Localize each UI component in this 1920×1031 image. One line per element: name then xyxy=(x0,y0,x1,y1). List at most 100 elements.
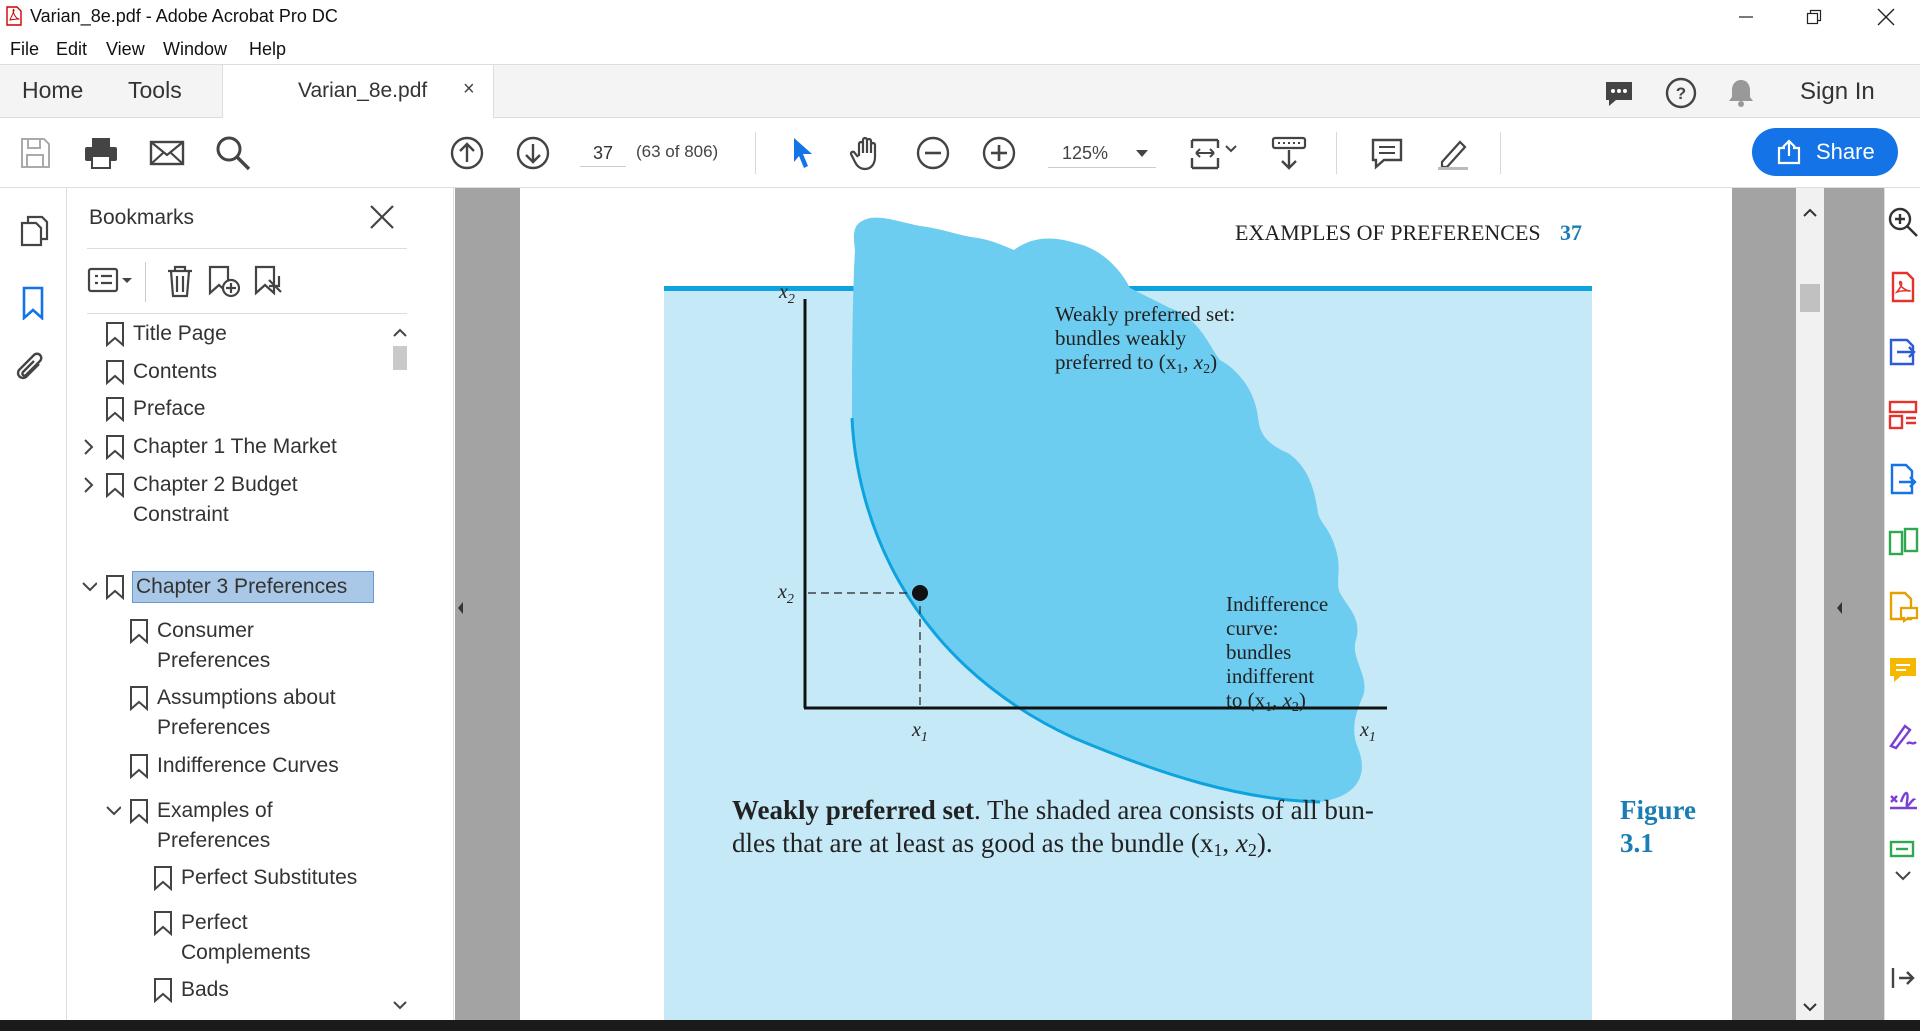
bookmark-label: Perfect xyxy=(181,911,248,934)
bookmark-icon xyxy=(106,322,124,347)
bookmark-label: Contents xyxy=(133,360,218,383)
notifications-bell-icon[interactable] xyxy=(1724,76,1758,110)
bookmark-icon xyxy=(106,360,124,385)
bookmark-icon xyxy=(130,799,148,824)
bookmark-label: Preface xyxy=(133,397,206,420)
hand-tool-icon[interactable] xyxy=(848,134,886,172)
bookmark-icon xyxy=(106,473,124,498)
bookmark-item[interactable]: Perfect Complements xyxy=(89,908,389,968)
bookmark-icon xyxy=(106,397,124,422)
menu-window[interactable]: Window xyxy=(163,39,227,60)
previous-page-icon[interactable] xyxy=(448,134,486,172)
delete-bookmark-trash-icon[interactable] xyxy=(165,264,195,298)
bookmarks-panel-icon[interactable] xyxy=(20,286,46,320)
bookmark-label: Chapter 3 Preferences xyxy=(132,571,374,603)
select-cursor-icon[interactable] xyxy=(784,134,822,172)
bookmark-item[interactable]: Examples of Preferences xyxy=(89,796,389,856)
share-file-icon[interactable] xyxy=(1887,462,1919,496)
bookmark-icon xyxy=(106,435,124,460)
bookmark-item[interactable]: Chapter 2 Budget Constraint xyxy=(84,470,389,530)
bookmark-item[interactable]: Perfect Substitutes xyxy=(89,863,389,893)
bookmark-label-continued: Preferences xyxy=(157,716,271,739)
comments-chat-icon[interactable] xyxy=(1602,76,1636,110)
print-icon[interactable] xyxy=(82,134,120,172)
compare-files-icon[interactable] xyxy=(1887,526,1919,560)
more-tools-icon[interactable] xyxy=(1887,838,1919,866)
search-tools-icon[interactable] xyxy=(1887,206,1919,238)
menu-edit[interactable]: Edit xyxy=(56,39,87,60)
page-number-input[interactable]: 37 xyxy=(580,139,626,167)
search-icon[interactable] xyxy=(214,134,252,172)
tab-tools[interactable]: Tools xyxy=(128,77,182,104)
zoom-in-icon[interactable] xyxy=(980,134,1018,172)
zoom-level-select[interactable]: 125% xyxy=(1048,138,1156,168)
bookmark-options-icon[interactable] xyxy=(87,264,135,298)
bookmark-item[interactable]: Preface xyxy=(89,394,389,424)
help-icon[interactable]: ? xyxy=(1664,76,1698,110)
window-title: Varian_8e.pdf - Adobe Acrobat Pro DC xyxy=(30,6,338,26)
tab-close-button[interactable]: × xyxy=(463,78,475,101)
highlight-pen-icon[interactable] xyxy=(1434,134,1472,172)
menu-view[interactable]: View xyxy=(106,39,145,60)
minimize-button[interactable] xyxy=(1712,0,1780,34)
bookmark-item[interactable]: Contents xyxy=(89,357,389,387)
right-tools-rail xyxy=(1884,188,1920,1020)
save-icon[interactable] xyxy=(16,134,54,172)
attachments-paperclip-icon[interactable] xyxy=(14,352,50,388)
toolbar-divider xyxy=(1500,132,1501,174)
bookmark-item[interactable]: Title Page xyxy=(89,319,389,349)
collapse-left-panel-icon[interactable] xyxy=(455,188,485,1020)
bundle-point xyxy=(912,585,928,601)
restore-button[interactable] xyxy=(1780,0,1848,34)
bookmark-label: Indifference Curves xyxy=(157,754,339,777)
pdf-page-canvas: EXAMPLES OF PREFERENCES 37 x2 x2 x1 x1 W… xyxy=(664,217,1696,1020)
organize-pages-icon[interactable] xyxy=(1887,398,1919,432)
svg-text:Indifference: Indifference xyxy=(1226,592,1328,616)
bookmarks-scrollbar[interactable] xyxy=(390,326,410,1016)
menu-help[interactable]: Help xyxy=(249,39,286,60)
tab-document[interactable]: Varian_8e.pdf × xyxy=(222,65,494,119)
restore-icon xyxy=(1806,9,1822,25)
tab-home[interactable]: Home xyxy=(22,77,83,104)
share-button[interactable]: Share xyxy=(1752,128,1898,176)
comment-tool-icon[interactable] xyxy=(1887,654,1919,688)
chevron-down-icon[interactable] xyxy=(81,572,97,602)
send-for-comments-icon[interactable] xyxy=(1887,590,1919,624)
chevron-right-icon[interactable] xyxy=(81,432,97,462)
menu-file[interactable]: File xyxy=(10,39,39,60)
close-window-button[interactable] xyxy=(1852,0,1920,34)
chevron-down-icon[interactable] xyxy=(105,796,121,826)
bookmark-label: Bads xyxy=(181,978,229,1001)
chevron-down-icon[interactable] xyxy=(1893,868,1913,884)
request-signatures-icon[interactable] xyxy=(1887,782,1919,816)
collapse-right-panel-icon[interactable] xyxy=(1824,188,1884,1020)
close-panel-icon[interactable] xyxy=(369,204,395,230)
bookmark-from-structure-icon[interactable] xyxy=(253,264,287,298)
bookmark-item[interactable]: Indifference Curves xyxy=(89,751,389,781)
bookmark-item-selected[interactable]: Chapter 3 Preferences xyxy=(82,571,389,603)
collapse-tools-icon[interactable] xyxy=(1889,964,1917,992)
bookmark-item[interactable]: Chapter 1 The Market xyxy=(84,432,389,462)
bookmark-item[interactable]: Assumptions about Preferences xyxy=(89,683,389,743)
fill-and-sign-icon[interactable] xyxy=(1887,718,1919,752)
export-pdf-icon[interactable] xyxy=(1887,334,1919,368)
zoom-out-icon[interactable] xyxy=(914,134,952,172)
bookmark-item[interactable]: Consumer Preferences xyxy=(89,616,389,676)
title-bar: Varian_8e.pdf - Adobe Acrobat Pro DC xyxy=(0,0,1920,34)
pdf-page: EXAMPLES OF PREFERENCES 37 x2 x2 x1 x1 W… xyxy=(520,188,1732,1020)
next-page-icon[interactable] xyxy=(514,134,552,172)
scrolling-mode-icon[interactable] xyxy=(1270,134,1308,172)
bookmark-label-continued: Constraint xyxy=(133,503,229,526)
comment-icon[interactable] xyxy=(1368,134,1406,172)
bookmark-item[interactable]: Bads xyxy=(89,975,389,1005)
bookmark-icon xyxy=(130,754,148,779)
create-pdf-icon[interactable] xyxy=(1887,270,1919,304)
email-icon[interactable] xyxy=(148,134,186,172)
document-scrollbar[interactable] xyxy=(1796,188,1824,1020)
new-bookmark-icon[interactable] xyxy=(207,264,241,298)
chevron-right-icon[interactable] xyxy=(81,470,97,500)
figure-number: 3.1 xyxy=(1620,828,1654,858)
fit-page-icon[interactable] xyxy=(1188,134,1240,172)
sign-in-link[interactable]: Sign In xyxy=(1800,78,1875,106)
page-thumbnails-icon[interactable] xyxy=(18,214,50,248)
